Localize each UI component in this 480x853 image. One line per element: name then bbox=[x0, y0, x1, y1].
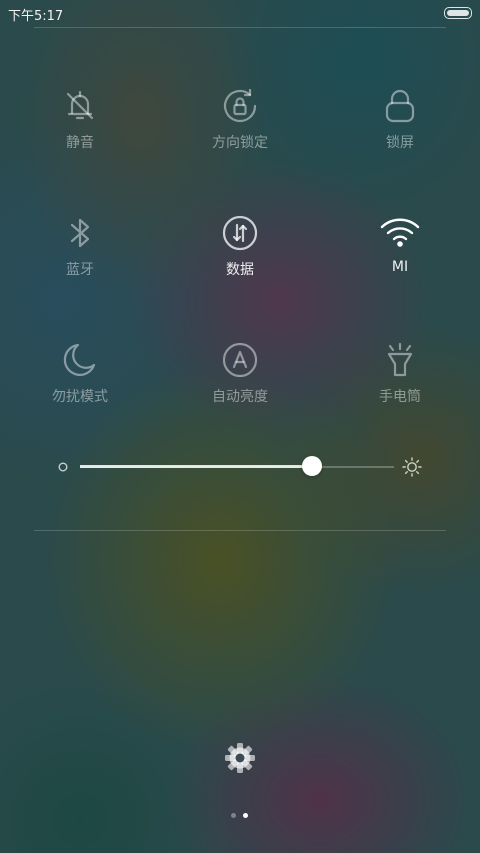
bottom-divider bbox=[34, 530, 446, 531]
moon-icon bbox=[63, 343, 96, 376]
page-dot-2[interactable] bbox=[243, 813, 248, 818]
tile-label-auto-brightness: 自动亮度 bbox=[212, 389, 268, 405]
flashlight-icon bbox=[387, 342, 413, 377]
brightness-track-fill bbox=[80, 465, 313, 468]
quick-settings-grid: 静音 方向锁定 锁屏 蓝牙 数据 MI 勿扰模式 自动亮度 手电筒 bbox=[0, 0, 480, 853]
tile-label-mute: 静音 bbox=[66, 135, 94, 151]
toggle-do-not-disturb[interactable]: 勿扰模式 bbox=[20, 340, 140, 430]
brightness-thumb[interactable] bbox=[302, 456, 323, 476]
toggle-wifi[interactable]: MI bbox=[340, 213, 460, 303]
bluetooth-icon bbox=[70, 218, 90, 248]
tile-label-rotation-lock: 方向锁定 bbox=[212, 135, 268, 151]
rotation-lock-icon bbox=[223, 88, 257, 122]
bell-off-icon bbox=[66, 90, 94, 120]
toggle-mute[interactable]: 静音 bbox=[20, 86, 140, 176]
page-dot-1[interactable] bbox=[231, 813, 236, 818]
tile-label-bluetooth: 蓝牙 bbox=[66, 262, 94, 278]
toggle-flashlight[interactable]: 手电筒 bbox=[340, 340, 460, 430]
settings-button[interactable] bbox=[222, 740, 258, 776]
tile-label-lock-screen: 锁屏 bbox=[386, 135, 414, 151]
gear-icon bbox=[225, 743, 255, 773]
page-indicator bbox=[228, 812, 252, 820]
toggle-lock-screen[interactable]: 锁屏 bbox=[340, 86, 460, 176]
toggle-bluetooth[interactable]: 蓝牙 bbox=[20, 213, 140, 303]
mobile-data-icon bbox=[222, 215, 258, 251]
brightness-low-icon bbox=[58, 462, 68, 472]
brightness-slider[interactable] bbox=[56, 452, 428, 482]
tile-label-wifi: MI bbox=[391, 259, 409, 275]
tile-label-mobile-data: 数据 bbox=[226, 262, 254, 278]
toggle-mobile-data[interactable]: 数据 bbox=[180, 213, 300, 303]
tile-label-do-not-disturb: 勿扰模式 bbox=[52, 389, 108, 405]
toggle-rotation-lock[interactable]: 方向锁定 bbox=[180, 86, 300, 176]
toggle-auto-brightness[interactable]: 自动亮度 bbox=[180, 340, 300, 430]
brightness-high-icon bbox=[402, 457, 422, 477]
lock-icon bbox=[385, 89, 415, 123]
tile-label-flashlight: 手电筒 bbox=[379, 389, 421, 405]
wifi-icon bbox=[380, 218, 420, 247]
auto-brightness-icon bbox=[222, 342, 258, 378]
